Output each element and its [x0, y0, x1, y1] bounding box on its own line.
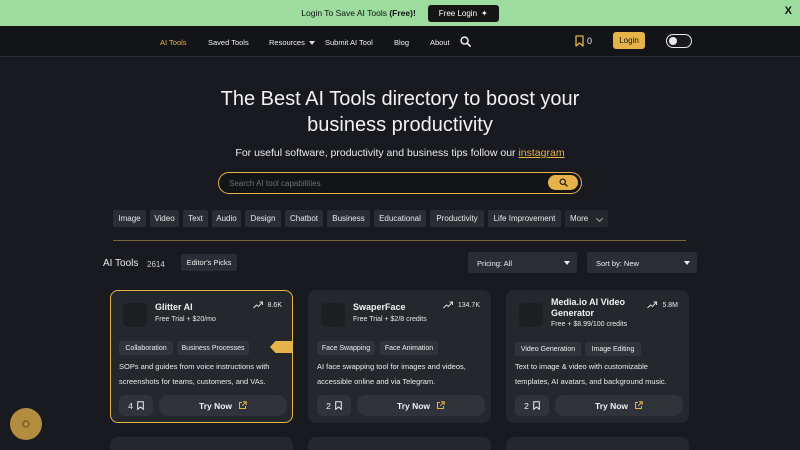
saved-count: 0: [587, 36, 593, 46]
toggle-knob: [669, 36, 677, 45]
search-input[interactable]: Search AI tool capabilities: [218, 172, 582, 194]
visits-stat: 5.8M: [647, 301, 678, 309]
category-educational[interactable]: Educational: [374, 210, 426, 227]
page-headline: The Best AI Tools directory to boost you…: [220, 88, 580, 136]
tool-card-partial[interactable]: [506, 437, 689, 450]
nav-resources[interactable]: Resources: [269, 38, 305, 47]
instagram-link[interactable]: instagram: [518, 147, 564, 159]
tool-description: Text to image & video with customizable …: [515, 362, 667, 386]
external-link-icon: [437, 401, 445, 409]
sparkle-icon: ✦: [481, 8, 488, 18]
tool-tag[interactable]: Face Swapping: [317, 341, 375, 355]
featured-ribbon: [270, 341, 292, 353]
login-banner: Login To Save AI Tools (Free)! Free Logi…: [0, 0, 800, 26]
tool-tag[interactable]: Video Generation: [515, 342, 581, 356]
tool-name[interactable]: Glitter AI: [155, 302, 251, 313]
nav-saved-tools[interactable]: Saved Tools: [208, 38, 249, 47]
tool-description: SOPs and guides from voice instructions …: [119, 362, 270, 386]
bookmark-icon: [137, 401, 144, 410]
trending-icon: [442, 301, 453, 309]
external-link-icon: [635, 401, 643, 409]
bookmark-icon: [533, 401, 540, 410]
section-divider: [113, 240, 686, 241]
nav-submit-ai-tool[interactable]: Submit AI Tool: [325, 38, 373, 47]
tool-card-partial[interactable]: [308, 437, 491, 450]
save-tool-button[interactable]: 2: [317, 395, 351, 416]
category-business[interactable]: Business: [327, 210, 370, 227]
save-tool-button[interactable]: 2: [515, 395, 549, 416]
dropdown-arrow-icon: [564, 261, 570, 265]
bookmark-icon: [335, 401, 342, 410]
search-placeholder: Search AI tool capabilities: [229, 179, 321, 188]
category-image[interactable]: Image: [113, 210, 146, 227]
bookmark-icon[interactable]: [575, 35, 584, 47]
tool-name[interactable]: SwaperFace: [353, 302, 449, 313]
category-audio[interactable]: Audio: [212, 210, 241, 227]
tool-logo: [321, 303, 345, 327]
tool-logo: [123, 303, 147, 327]
category-more-dropdown[interactable]: More: [565, 210, 608, 227]
tool-pricing: Free + $8.99/100 credits: [551, 321, 628, 328]
visits-stat: 8.6K: [252, 301, 282, 309]
banner-text: Login To Save AI Tools (Free)!: [301, 8, 416, 18]
search-button[interactable]: [548, 175, 578, 190]
search-icon: [558, 178, 568, 187]
editors-picks-button[interactable]: Editor's Picks: [181, 254, 237, 271]
try-now-button[interactable]: Try Now: [555, 395, 683, 416]
nav-blog[interactable]: Blog: [394, 38, 409, 47]
sort-select[interactable]: Sort by: New: [587, 252, 697, 273]
theme-toggle[interactable]: [666, 34, 692, 48]
tool-tag[interactable]: Face Animation: [380, 341, 438, 355]
login-button[interactable]: Login: [613, 32, 645, 49]
category-text[interactable]: Text: [183, 210, 208, 227]
list-title: AI Tools: [103, 258, 139, 269]
sparkle-icon: [22, 420, 30, 428]
free-login-button[interactable]: Free Login ✦: [427, 4, 499, 22]
tool-name[interactable]: Media.io AI Video Generator: [551, 297, 647, 319]
tool-logo: [519, 303, 543, 327]
tool-tag[interactable]: Collaboration: [119, 341, 173, 355]
pricing-select[interactable]: Pricing: All: [468, 252, 577, 273]
search-icon[interactable]: [460, 36, 471, 47]
chevron-down-icon: [595, 214, 604, 223]
save-tool-button[interactable]: 4: [119, 395, 153, 416]
external-link-icon: [239, 401, 247, 409]
hero-subtitle: For useful software, productivity and bu…: [235, 147, 565, 159]
try-now-button[interactable]: Try Now: [159, 395, 287, 416]
trending-icon: [647, 301, 658, 309]
category-life-improvement[interactable]: Life Improvement: [488, 210, 561, 227]
tool-card[interactable]: Glitter AI Free Trial + $20/mo 8.6K Coll…: [110, 290, 293, 423]
trending-icon: [252, 301, 263, 309]
resources-dropdown-icon[interactable]: [309, 41, 315, 45]
category-productivity[interactable]: Productivity: [430, 210, 484, 227]
category-design[interactable]: Design: [245, 210, 281, 227]
tool-description: AI face swapping tool for images and vid…: [317, 362, 466, 386]
tool-pricing: Free Trial + $20/mo: [155, 316, 216, 323]
visits-stat: 134.7K: [442, 301, 480, 309]
nav-about[interactable]: About: [430, 38, 450, 47]
tool-tag[interactable]: Business Processes: [177, 341, 249, 355]
tool-card[interactable]: SwaperFace Free Trial + $2/8 credits 134…: [308, 290, 491, 423]
category-chatbot[interactable]: Chatbot: [285, 210, 323, 227]
nav-ai-tools[interactable]: AI Tools: [160, 38, 187, 47]
try-now-button[interactable]: Try Now: [357, 395, 485, 416]
tool-tag[interactable]: Image Editing: [585, 342, 641, 356]
tool-count: 2614: [147, 260, 165, 269]
dropdown-arrow-icon: [684, 261, 690, 265]
tool-card-partial[interactable]: [110, 437, 293, 450]
tool-pricing: Free Trial + $2/8 credits: [353, 316, 427, 323]
floating-help-button[interactable]: [10, 408, 42, 440]
close-banner-button[interactable]: X: [785, 5, 792, 17]
tool-card[interactable]: Media.io AI Video Generator Free + $8.99…: [506, 290, 689, 423]
category-video[interactable]: Video: [150, 210, 179, 227]
